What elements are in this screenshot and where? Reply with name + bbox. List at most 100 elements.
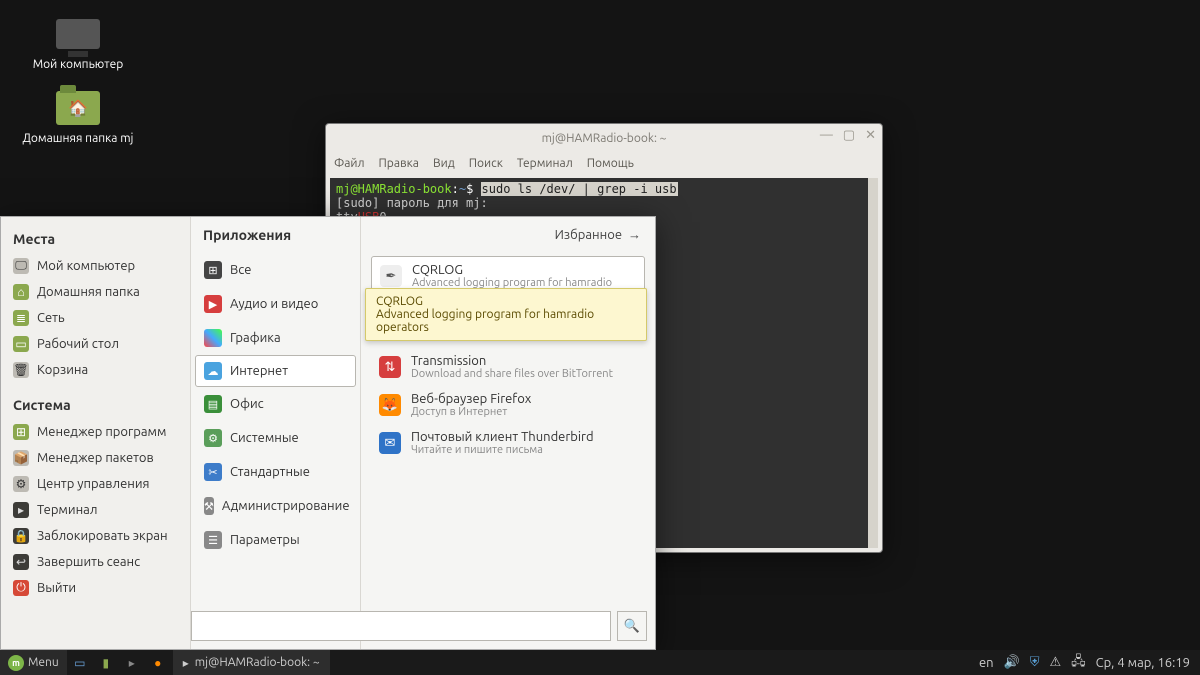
menu-view[interactable]: Вид [433, 157, 455, 170]
home-folder-icon [56, 91, 100, 125]
terminal-icon: ▸ [13, 502, 29, 518]
category-graphics[interactable]: Графика [191, 321, 360, 355]
app-item-firefox[interactable]: 🦊 Веб-браузер Firefox Доступ в Интернет [371, 386, 645, 424]
app-item-thunderbird[interactable]: ✉ Почтовый клиент Thunderbird Читайте и … [371, 424, 645, 462]
desktop-icon-label: Домашняя папка mj [8, 132, 148, 145]
terminal-icon: ▸ [183, 656, 189, 670]
terminal-icon: ▸ [129, 656, 135, 670]
terminal-menubar: Файл Правка Вид Поиск Терминал Помощь [326, 152, 882, 174]
mint-logo-icon: m [8, 655, 24, 671]
search-button[interactable]: 🔍 [617, 611, 647, 641]
system-icon: ⚙ [204, 429, 222, 447]
firefox-icon: ● [154, 656, 161, 670]
show-desktop-button[interactable]: ▭ [67, 650, 93, 675]
menu-terminal[interactable]: Терминал [517, 157, 573, 170]
grid-icon: ⊞ [204, 261, 222, 279]
minimize-icon[interactable]: — [820, 128, 833, 143]
power-icon: ⏻ [13, 580, 29, 596]
logout-icon: ↩ [13, 554, 29, 570]
prompt-symbol: $ [466, 182, 473, 196]
file-manager-button[interactable]: ▮ [93, 650, 119, 675]
palette-icon [204, 329, 222, 347]
desktop-icon: ▭ [74, 656, 85, 670]
network-icon[interactable]: 🖧 [1071, 652, 1086, 674]
favorites-link[interactable]: Избранное → [361, 217, 655, 252]
home-icon: ⌂ [13, 284, 29, 300]
maximize-icon[interactable]: ▢ [843, 128, 855, 143]
volume-icon[interactable]: 🔊 [1004, 655, 1020, 670]
network-icon: ≣ [13, 310, 29, 326]
taskbar: m Menu ▭ ▮ ▸ ● ▸ mj@HAMRadio-book: ~ en … [0, 650, 1200, 675]
category-system[interactable]: ⚙Системные [191, 421, 360, 455]
terminal-scrollbar[interactable] [868, 178, 878, 548]
start-menu-categories: Приложения ⊞Все ▶Аудио и видео Графика ☁… [191, 217, 361, 649]
places-computer[interactable]: 🖵Мой компьютер [1, 253, 190, 279]
search-icon: 🔍 [624, 619, 640, 634]
computer-icon: 🖵 [13, 258, 29, 274]
close-icon[interactable]: ✕ [865, 128, 876, 143]
desktop-icon-home[interactable]: Домашняя папка mj [8, 88, 148, 145]
places-trash[interactable]: 🗑Корзина [1, 357, 190, 383]
firefox-icon: 🦊 [379, 394, 401, 416]
terminal-launcher-button[interactable]: ▸ [119, 650, 145, 675]
tools-icon: ✂ [204, 463, 222, 481]
keyboard-layout[interactable]: en [979, 656, 994, 670]
terminal-titlebar[interactable]: mj@HAMRadio-book: ~ — ▢ ✕ [326, 124, 882, 152]
apps-heading: Приложения [191, 217, 360, 253]
transmission-icon: ⇅ [379, 356, 401, 378]
category-all[interactable]: ⊞Все [191, 253, 360, 287]
terminal-output-line: [sudo] пароль для mj: [336, 196, 872, 210]
system-terminal[interactable]: ▸Терминал [1, 497, 190, 523]
desktop-icon-label: Мой компьютер [8, 58, 148, 71]
clock[interactable]: Ср, 4 мар, 16:19 [1096, 656, 1190, 670]
firefox-launcher-button[interactable]: ● [145, 650, 171, 675]
globe-icon: ☁ [204, 362, 222, 380]
thunderbird-icon: ✉ [379, 432, 401, 454]
menu-button[interactable]: m Menu [0, 650, 67, 675]
app-icon: ⊞ [13, 424, 29, 440]
settings-icon: ⚙ [13, 476, 29, 492]
app-item-transmission[interactable]: ⇅ Transmission Download and share files … [371, 348, 645, 386]
terminal-title: mj@HAMRadio-book: ~ [542, 132, 667, 145]
system-quit[interactable]: ⏻Выйти [1, 575, 190, 601]
admin-icon: ⚒ [204, 497, 214, 515]
category-internet[interactable]: ☁Интернет [195, 355, 356, 387]
trash-icon: 🗑 [13, 362, 29, 378]
computer-icon [56, 19, 100, 49]
lock-icon: 🔒 [13, 528, 29, 544]
menu-search[interactable]: Поиск [469, 157, 503, 170]
places-desktop[interactable]: ▭Рабочий стол [1, 331, 190, 357]
category-audio-video[interactable]: ▶Аудио и видео [191, 287, 360, 321]
package-icon: 📦 [13, 450, 29, 466]
system-logout[interactable]: ↩Завершить сеанс [1, 549, 190, 575]
taskbar-task-terminal[interactable]: ▸ mj@HAMRadio-book: ~ [173, 650, 330, 675]
system-control-center[interactable]: ⚙Центр управления [1, 471, 190, 497]
arrow-right-icon: → [628, 227, 641, 242]
desktop-icon-computer[interactable]: Мой компьютер [8, 14, 148, 71]
folder-icon: ▮ [102, 656, 109, 670]
system-lock[interactable]: 🔒Заблокировать экран [1, 523, 190, 549]
document-icon: ▤ [204, 395, 222, 413]
search-input[interactable] [191, 611, 611, 641]
category-standard[interactable]: ✂Стандартные [191, 455, 360, 489]
terminal-command: sudo ls /dev/ | grep -i usb [481, 182, 678, 196]
system-package-manager[interactable]: 📦Менеджер пакетов [1, 445, 190, 471]
category-office[interactable]: ▤Офис [191, 387, 360, 421]
menu-file[interactable]: Файл [334, 157, 365, 170]
shield-icon[interactable]: ⛨ [1030, 655, 1040, 670]
places-home[interactable]: ⌂Домашняя папка [1, 279, 190, 305]
start-menu-sidebar: Места 🖵Мой компьютер ⌂Домашняя папка ≣Се… [1, 217, 191, 649]
start-menu: Места 🖵Мой компьютер ⌂Домашняя папка ≣Се… [0, 216, 656, 650]
menu-help[interactable]: Помощь [587, 157, 634, 170]
warning-icon[interactable]: ⚠ [1050, 655, 1062, 670]
app-tooltip: CQRLOG Advanced logging program for hamr… [365, 288, 647, 341]
places-network[interactable]: ≣Сеть [1, 305, 190, 331]
places-heading: Места [1, 225, 190, 253]
category-prefs[interactable]: ☰Параметры [191, 523, 360, 557]
system-software-manager[interactable]: ⊞Менеджер программ [1, 419, 190, 445]
prompt-path: ~ [459, 182, 466, 196]
play-icon: ▶ [204, 295, 222, 313]
category-admin[interactable]: ⚒Администрирование [191, 489, 360, 523]
menu-edit[interactable]: Правка [379, 157, 419, 170]
desktop-icon: ▭ [13, 336, 29, 352]
